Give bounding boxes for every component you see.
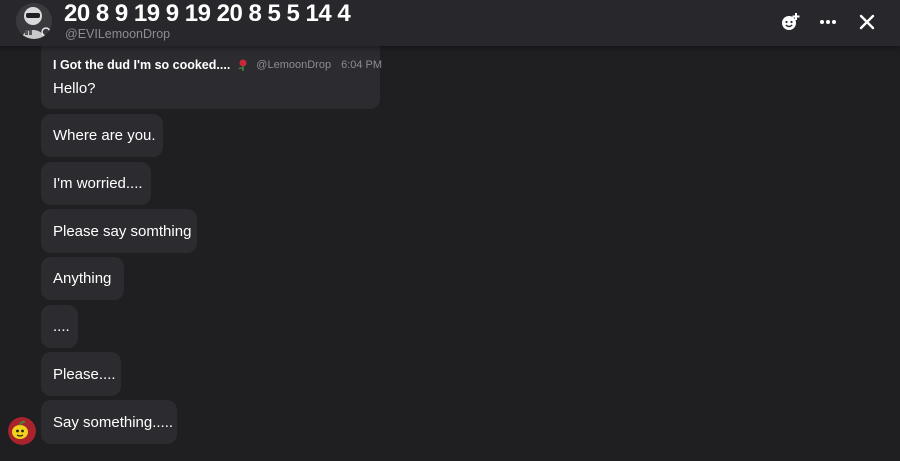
- message-bubble[interactable]: Anything: [41, 257, 124, 300]
- reply-message-bubble[interactable]: I Got the dud I'm so cooked.... @LemoonD…: [41, 46, 382, 109]
- message-text: ....: [53, 318, 70, 335]
- add-emoji-icon: [782, 13, 800, 30]
- message-bubble[interactable]: Where are you.: [41, 114, 163, 157]
- chat-header: 20 8 9 19 9 19 20 8 5 5 14 4 @EVILemoonD…: [0, 0, 900, 46]
- message-text: I'm worried....: [53, 175, 143, 192]
- lemon-avatar-icon: [8, 417, 36, 445]
- reply-author-handle: @LemoonDrop: [256, 59, 332, 71]
- more-options-button[interactable]: [816, 10, 840, 34]
- add-emoji-button[interactable]: [778, 10, 802, 34]
- chat-avatar[interactable]: [16, 3, 52, 39]
- close-button[interactable]: [855, 10, 879, 34]
- message-list[interactable]: I Got the dud I'm so cooked.... @LemoonD…: [0, 46, 900, 461]
- message-bubble[interactable]: Say something.....: [41, 400, 177, 444]
- rose-icon: [238, 59, 247, 71]
- user-avatar[interactable]: [8, 417, 36, 445]
- message-text: Hello?: [53, 80, 96, 97]
- message-bubble[interactable]: ....: [41, 305, 78, 348]
- message-text: Where are you.: [53, 127, 156, 144]
- reply-timestamp: 6:04 PM: [341, 59, 383, 71]
- message-text: Say something.....: [53, 413, 174, 431]
- reply-author-name: I Got the dud I'm so cooked....: [53, 58, 231, 72]
- reply-reference[interactable]: I Got the dud I'm so cooked.... @LemoonD…: [53, 58, 382, 72]
- message-bubble[interactable]: I'm worried....: [41, 162, 151, 205]
- chat-title: 20 8 9 19 9 19 20 8 5 5 14 4: [64, 0, 351, 27]
- message-text: Please say somthing: [53, 222, 192, 240]
- masked-figure-avatar-icon: [16, 3, 52, 39]
- message-bubble[interactable]: Please say somthing: [41, 209, 197, 253]
- more-icon: [820, 20, 836, 24]
- message-text: Please....: [53, 365, 116, 383]
- close-icon: [859, 14, 875, 30]
- message-bubble[interactable]: Please....: [41, 352, 121, 396]
- message-text: Anything: [53, 270, 112, 287]
- chat-handle: @EVILemoonDrop: [65, 27, 171, 41]
